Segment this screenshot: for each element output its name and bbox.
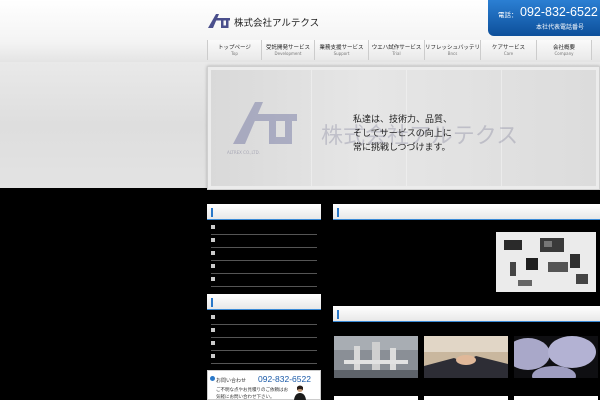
hero-text-line: 私達は、技術力、品質、: [353, 115, 453, 125]
sidebar-menu-item[interactable]: [211, 261, 317, 274]
sidebar-menu-title: [207, 294, 321, 310]
nav-label: ウエハ試作サービス: [371, 45, 422, 51]
sidebar-menu-item[interactable]: [211, 274, 317, 287]
service-caption-strip: [424, 396, 508, 400]
service-thumbnail-wafers[interactable]: [514, 336, 598, 378]
sidebar-menu-item[interactable]: [211, 351, 317, 364]
bullet-icon: [211, 341, 215, 345]
sidebar-menu-item[interactable]: [211, 248, 317, 261]
sidebar-menu-item[interactable]: [211, 312, 317, 325]
left-dark-area: [0, 188, 206, 400]
nav-sublabel: Bncs: [447, 51, 458, 56]
sidebar-menu-1: [207, 204, 321, 287]
nav-sublabel: Care: [503, 51, 514, 56]
sidebar-menu-item[interactable]: [211, 325, 317, 338]
nav-sublabel: Top: [231, 51, 238, 56]
contact-label: お問い合わせ: [216, 378, 247, 384]
nav-label: リフレッシュバッテリー: [425, 45, 486, 51]
hero-divider: [311, 70, 312, 186]
nav-sublabel: Development: [274, 51, 302, 56]
title-accent-bar: [211, 298, 213, 307]
contact-text: ご不明な点やお見積りのご依頼はお気軽にお問い合わせ下さい。: [216, 388, 288, 400]
title-accent-bar: [337, 310, 339, 319]
hero-text-line: 常に挑戦しつづけます。: [353, 143, 451, 153]
hero-watermark-logo: [233, 102, 297, 144]
hero-banner: ALTREX CO.,LTD. 株式会社アルテクス 私達は、技術力、品質、 そし…: [207, 66, 600, 190]
brand-name[interactable]: 株式会社アルテクス: [234, 15, 319, 29]
sidebar-menu-item[interactable]: [211, 222, 317, 235]
bullet-icon: [211, 264, 215, 268]
hero-text-line: そしてサービスの向上に: [353, 129, 452, 139]
nav-label: 受託開発サービス: [265, 45, 310, 51]
nav-item-development[interactable]: 受託開発サービス Development: [261, 40, 314, 60]
bullet-icon: [211, 315, 215, 319]
nav-label: ケアサービス: [491, 45, 525, 51]
bullet-icon: [211, 238, 215, 242]
service-thumbnail-handshake[interactable]: [424, 336, 508, 378]
nav-sublabel: Trial: [392, 51, 401, 56]
operator-person-icon: [294, 385, 306, 400]
product-image[interactable]: [496, 232, 596, 292]
contact-icon: [210, 376, 215, 381]
main-section-title: [333, 306, 600, 322]
sidebar-menu-list: [207, 310, 321, 364]
hero-image: ALTREX CO.,LTD. 株式会社アルテクス 私達は、技術力、品質、 そし…: [211, 70, 596, 186]
phone-number[interactable]: 092-832-6522: [520, 5, 598, 19]
service-thumbnail-robot[interactable]: [334, 336, 418, 378]
nav-label: 会社概要: [552, 45, 575, 51]
nav-item-top[interactable]: トップページ Top: [207, 40, 261, 60]
service-caption-strip: [334, 396, 418, 400]
bullet-icon: [211, 277, 215, 281]
main-section-title: [333, 204, 600, 220]
nav-label: 業務支援サービス: [319, 45, 364, 51]
service-caption-strip: [514, 396, 598, 400]
nav-item-care[interactable]: ケアサービス Care: [480, 40, 536, 60]
nav-item-battery[interactable]: リフレッシュバッテリー Bncs: [424, 40, 486, 60]
header-phone-box: 電話： 092-832-6522 本社代表電話番号: [488, 0, 600, 36]
sidebar-menu-list: [207, 220, 321, 287]
nav-item-company[interactable]: 会社概要 Company: [536, 40, 592, 60]
title-accent-bar: [211, 208, 213, 217]
sidebar-menu-item[interactable]: [211, 338, 317, 351]
bullet-icon: [211, 251, 215, 255]
contact-phone[interactable]: 092-832-6522: [258, 374, 311, 384]
bullet-icon: [211, 225, 215, 229]
hero-watermark-tagline: ALTREX CO.,LTD.: [227, 150, 260, 155]
nav-sublabel: Company: [554, 51, 574, 56]
sidebar-menu-2: [207, 294, 321, 364]
nav-item-support[interactable]: 業務支援サービス Support: [314, 40, 368, 60]
main-nav: トップページ Top 受託開発サービス Development 業務支援サービス…: [207, 40, 592, 60]
nav-label: トップページ: [218, 45, 251, 51]
bullet-icon: [211, 354, 215, 358]
phone-sub-label: 本社代表電話番号: [536, 24, 585, 31]
nav-item-trial[interactable]: ウエハ試作サービス Trial: [368, 40, 424, 60]
company-logo[interactable]: [206, 12, 232, 30]
phone-label: 電話：: [498, 11, 518, 19]
contact-box[interactable]: お問い合わせ 092-832-6522 ご不明な点やお見積りのご依頼はお気軽にお…: [207, 370, 321, 400]
bullet-icon: [211, 328, 215, 332]
nav-sublabel: Support: [333, 51, 350, 56]
sidebar-menu-title: [207, 204, 321, 220]
sidebar-menu-item[interactable]: [211, 235, 317, 248]
title-accent-bar: [337, 208, 339, 217]
